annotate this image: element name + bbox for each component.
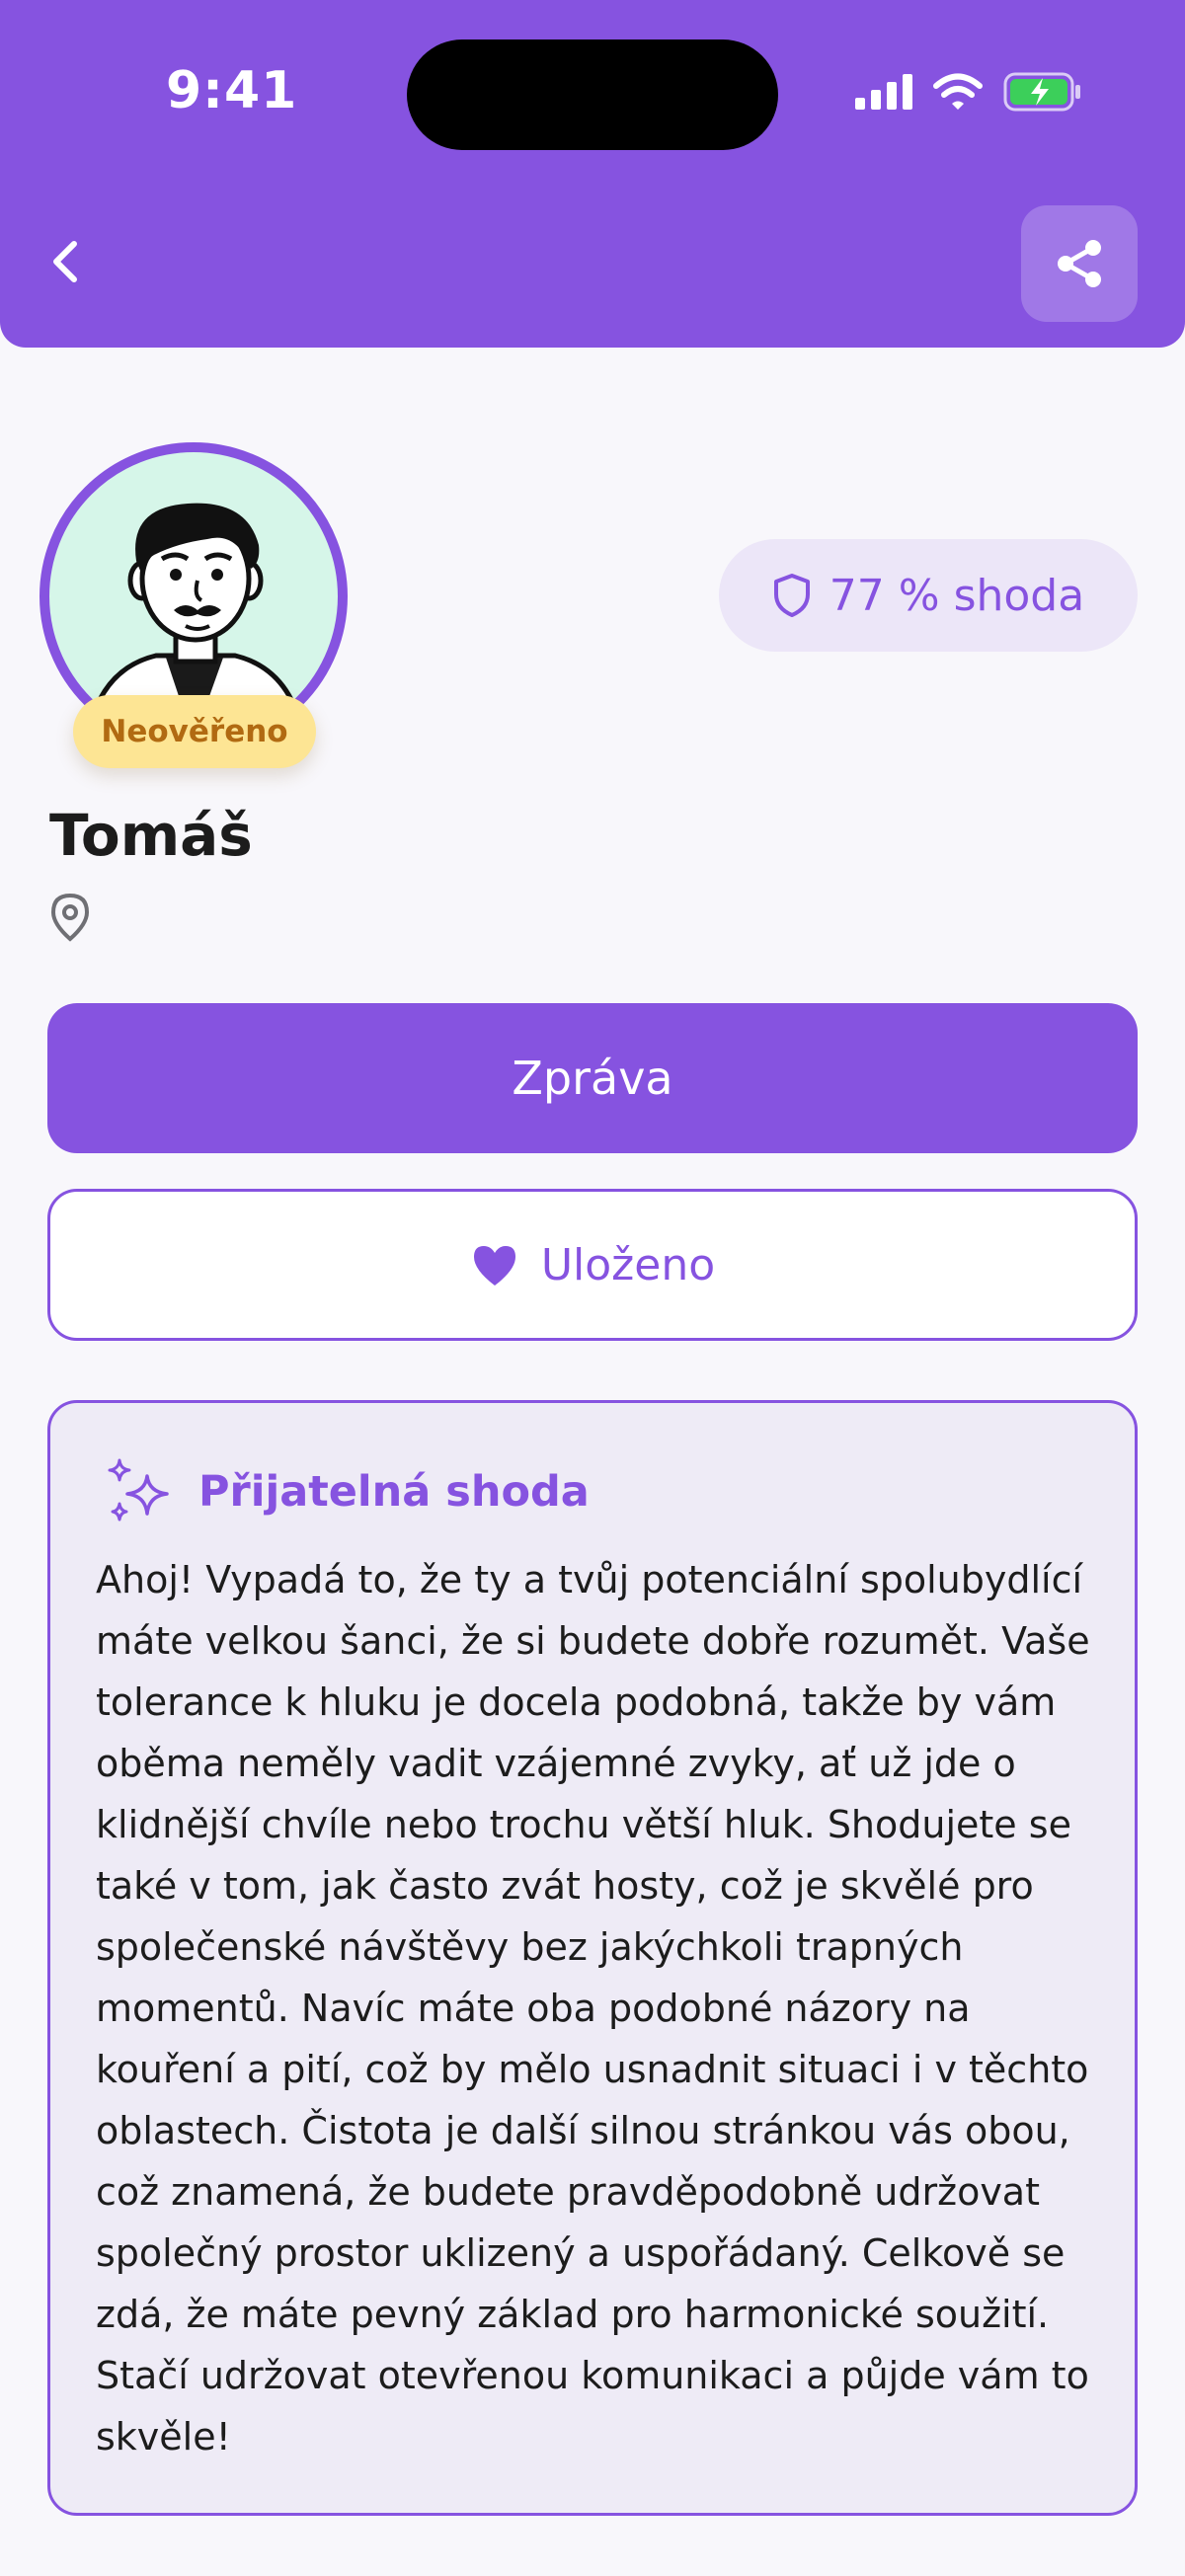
saved-button-label: Uloženo [540, 1239, 716, 1290]
share-button[interactable] [1021, 205, 1138, 322]
header-bar: 9:41 [0, 0, 1185, 348]
shield-icon [773, 574, 810, 617]
status-time: 9:41 [166, 61, 298, 120]
chevron-left-icon [53, 241, 77, 282]
heart-icon [473, 1246, 515, 1286]
saved-button[interactable]: Uloženo [47, 1189, 1138, 1341]
location-pin-icon [50, 893, 90, 942]
back-button[interactable] [36, 227, 95, 296]
compatibility-card-header: Přijatelná shoda [106, 1458, 590, 1525]
battery-charging-icon [1003, 72, 1080, 112]
dynamic-island [407, 39, 778, 150]
compatibility-description: Ahoj! Vypadá to, že ty a tvůj potenciáln… [96, 1558, 1090, 2459]
message-button[interactable]: Zpráva [47, 1003, 1138, 1153]
status-icons [855, 67, 1082, 117]
wifi-icon [933, 73, 983, 110]
signal-icon [855, 74, 912, 110]
match-percentage-label: 77 % shoda [829, 570, 1085, 621]
verification-badge: Neověřeno [73, 695, 316, 768]
compatibility-card: Přijatelná shoda Ahoj! Vypadá to, že ty … [47, 1400, 1138, 2516]
profile-name: Tomáš [49, 802, 253, 869]
sparkles-icon [108, 1458, 169, 1522]
share-icon [1058, 240, 1101, 287]
compatibility-card-title: Přijatelná shoda [198, 1467, 590, 1517]
match-percentage-badge: 77 % shoda [719, 539, 1138, 652]
